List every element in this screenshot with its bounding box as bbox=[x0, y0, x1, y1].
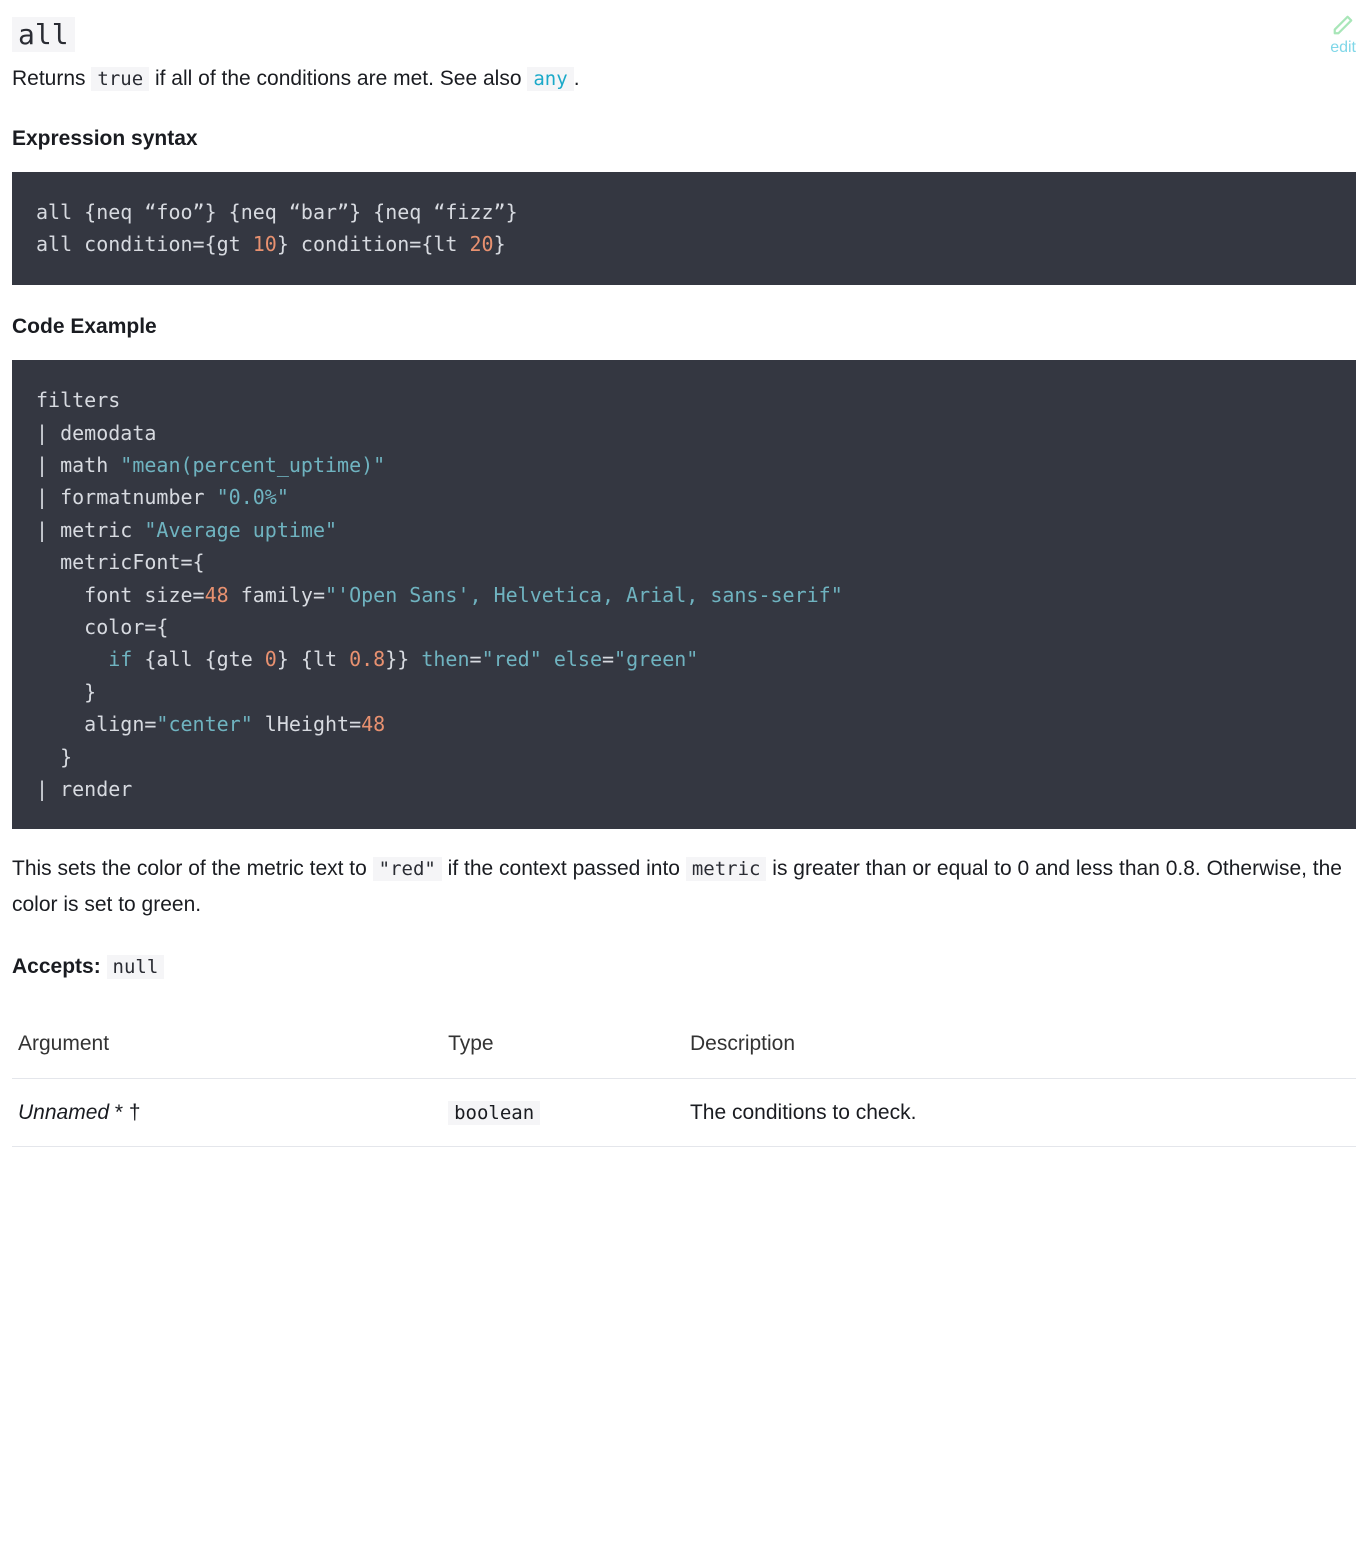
function-title: all bbox=[12, 12, 75, 57]
table-row: Unnamed * † boolean The conditions to ch… bbox=[12, 1078, 1356, 1147]
col-description: Description bbox=[684, 1010, 1356, 1078]
edit-link[interactable]: edit bbox=[1330, 14, 1356, 60]
intro-text: Returns true if all of the conditions ar… bbox=[12, 63, 1356, 95]
pencil-icon bbox=[1332, 14, 1354, 36]
edit-label: edit bbox=[1330, 36, 1356, 60]
any-link[interactable]: any bbox=[527, 67, 573, 90]
outro-code-metric: metric bbox=[686, 857, 767, 881]
explanation-text: This sets the color of the metric text t… bbox=[12, 851, 1356, 922]
accepts-label: Accepts: bbox=[12, 955, 101, 978]
outro-code-red: "red" bbox=[373, 857, 442, 881]
desc-cell: The conditions to check. bbox=[684, 1078, 1356, 1147]
accepts-line: Accepts: null bbox=[12, 951, 1356, 983]
expression-syntax-code: all {neq “foo”} {neq “bar”} {neq “fizz”}… bbox=[12, 172, 1356, 285]
code-example-code: filters | demodata | math "mean(percent_… bbox=[12, 360, 1356, 829]
intro-code-true: true bbox=[91, 67, 149, 91]
function-name-code: all bbox=[12, 17, 75, 52]
arguments-table: Argument Type Description Unnamed * † bo… bbox=[12, 1010, 1356, 1147]
expression-syntax-heading: Expression syntax bbox=[12, 123, 1356, 155]
code-example-heading: Code Example bbox=[12, 311, 1356, 343]
accepts-value: null bbox=[107, 955, 165, 979]
arg-cell: Unnamed * † bbox=[12, 1078, 442, 1147]
col-argument: Argument bbox=[12, 1010, 442, 1078]
type-cell: boolean bbox=[442, 1078, 684, 1147]
col-type: Type bbox=[442, 1010, 684, 1078]
